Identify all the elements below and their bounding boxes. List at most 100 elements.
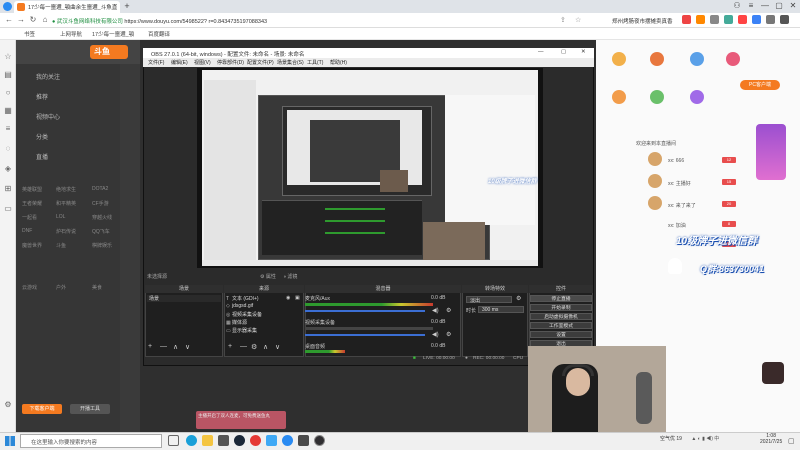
add-source-button[interactable]: + xyxy=(228,343,232,350)
obs-close-button[interactable]: ✕ xyxy=(581,49,586,55)
streaming-tool-button[interactable]: 开播工具 xyxy=(70,404,110,414)
game-icon[interactable]: ◈ xyxy=(3,164,13,174)
menu-docks[interactable]: 停靠部件(D) xyxy=(217,59,244,66)
settings-icon[interactable]: ⚙ xyxy=(3,400,13,410)
steam-icon[interactable] xyxy=(234,435,245,446)
properties-button[interactable]: ⚙ 属性 xyxy=(260,273,276,280)
share-icon[interactable]: ⇪ xyxy=(560,16,566,24)
obs-maximize-button[interactable]: ▢ xyxy=(561,49,566,55)
category-link[interactable]: 一起看 xyxy=(22,214,37,221)
extension-icon[interactable] xyxy=(738,15,747,24)
lock-icon[interactable]: ▣ xyxy=(295,295,300,301)
book-icon[interactable]: ▤ xyxy=(3,70,13,80)
gift-icon[interactable] xyxy=(650,52,664,66)
menu-tools[interactable]: 工具(T) xyxy=(307,59,323,66)
transition-gear-icon[interactable]: ⚙ xyxy=(516,295,521,302)
remove-source-button[interactable]: — xyxy=(240,343,247,350)
app-icon[interactable] xyxy=(266,435,277,446)
nav-item-live[interactable]: 直播 xyxy=(36,152,48,161)
transition-select[interactable]: 淡出 xyxy=(466,296,512,304)
stop-streaming-button[interactable]: 停止直播 xyxy=(530,295,592,302)
browser-icon[interactable] xyxy=(282,435,293,446)
pc-client-badge[interactable]: PC客户端 xyxy=(740,80,780,90)
category-link[interactable]: 美食 xyxy=(92,284,102,291)
category-link[interactable]: 王者荣耀 xyxy=(22,200,42,207)
reload-icon[interactable]: ↻ xyxy=(28,15,38,25)
douyu-logo[interactable]: 斗鱼 xyxy=(90,45,128,59)
grid-icon[interactable]: ▦ xyxy=(3,106,13,116)
obs-icon[interactable] xyxy=(314,435,325,446)
gift-icon[interactable] xyxy=(650,90,664,104)
scene-item[interactable]: 场景 xyxy=(147,295,221,302)
download-client-button[interactable]: 下载客户端 xyxy=(22,404,62,414)
volume-slider[interactable] xyxy=(305,334,425,336)
app-icon[interactable] xyxy=(298,435,309,446)
close-button[interactable]: ✕ xyxy=(788,1,798,11)
extension-icon[interactable] xyxy=(766,15,775,24)
gift-icon[interactable] xyxy=(726,52,740,66)
move-up-button[interactable]: ∧ xyxy=(263,343,268,351)
nav-item-recommend[interactable]: 推荐 xyxy=(36,92,48,101)
system-tray[interactable]: 空气优 19 ▲ ◐ ▮ ◀) 中 xyxy=(660,435,719,442)
maximize-button[interactable]: ▢ xyxy=(774,1,784,11)
menu-edit[interactable]: 编辑(E) xyxy=(171,59,188,66)
menu-scene-collection[interactable]: 场景集合(S) xyxy=(277,59,304,66)
settings-button[interactable]: 设置 xyxy=(530,331,592,338)
folder-icon[interactable] xyxy=(202,435,213,446)
speaker-icon[interactable]: ◀) xyxy=(432,307,439,314)
gift-icon[interactable] xyxy=(690,90,704,104)
bookmark-item[interactable]: 百度翻译 xyxy=(148,30,170,38)
gear-icon[interactable]: ⚙ xyxy=(446,307,451,314)
category-link[interactable]: 云游戏 xyxy=(22,284,37,291)
taskbar-search-input[interactable]: 在这里输入你要搜索的内容 xyxy=(20,434,162,448)
list-icon[interactable]: ≡ xyxy=(3,124,13,134)
category-link[interactable]: LOL xyxy=(56,214,65,220)
gift-icon[interactable] xyxy=(612,90,626,104)
category-link[interactable]: QQ飞车 xyxy=(92,228,110,235)
extension-icon[interactable] xyxy=(710,15,719,24)
menu-icon[interactable]: ≡ xyxy=(746,1,756,11)
volume-slider[interactable] xyxy=(305,310,425,312)
category-link[interactable]: 绝地求生 xyxy=(56,186,76,193)
category-link[interactable]: DNF xyxy=(22,228,32,234)
doc-icon[interactable]: ▭ xyxy=(3,204,13,214)
minimize-button[interactable]: — xyxy=(760,1,770,11)
notification-icon[interactable]: ▢ xyxy=(788,437,795,445)
avatar[interactable] xyxy=(648,174,662,188)
category-link[interactable]: 英雄联盟 xyxy=(22,186,42,193)
notification-toast[interactable]: 主播开启了双人连麦，可免费送鱼丸 xyxy=(196,411,286,429)
extension-icon[interactable] xyxy=(752,15,761,24)
start-recording-button[interactable]: 开始录制 xyxy=(530,304,592,311)
category-link[interactable]: 魔兽世界 xyxy=(22,242,42,249)
avatar[interactable] xyxy=(648,152,662,166)
gift-icon[interactable] xyxy=(690,52,704,66)
speaker-icon[interactable]: ◀) xyxy=(432,331,439,338)
category-link[interactable]: 棋牌娱乐 xyxy=(92,242,112,249)
chat-icon[interactable]: ◌ xyxy=(3,144,13,154)
duration-input[interactable]: 300 ms xyxy=(478,306,524,313)
gift-icon[interactable] xyxy=(612,52,626,66)
extension-icon[interactable] xyxy=(682,15,691,24)
category-link[interactable]: DOTA2 xyxy=(92,186,108,192)
extension-icon[interactable] xyxy=(724,15,733,24)
tab-close-icon[interactable]: × xyxy=(114,3,117,9)
move-down-button[interactable]: ∨ xyxy=(185,343,190,351)
filters-button[interactable]: ◑ 滤镜 xyxy=(283,273,297,280)
gear-icon[interactable]: ⚙ xyxy=(446,331,451,338)
category-link[interactable]: 户外 xyxy=(56,284,66,291)
start-windows-icon[interactable] xyxy=(5,436,15,446)
category-link[interactable]: 炉石传说 xyxy=(56,228,76,235)
category-link[interactable]: 和平精英 xyxy=(56,200,76,207)
menu-profile[interactable]: 配置文件(P) xyxy=(247,59,274,66)
source-item[interactable]: T 文本 (GDI+) xyxy=(226,295,302,303)
bookmark-item[interactable]: 上网导航 xyxy=(60,30,82,38)
source-item[interactable]: ▭显示器采集 xyxy=(226,327,302,335)
move-down-button[interactable]: ∨ xyxy=(275,343,280,351)
avatar[interactable] xyxy=(648,196,662,210)
category-link[interactable]: 斗鱼 xyxy=(56,242,66,249)
obs-minimize-button[interactable]: — xyxy=(538,49,544,55)
skin-icon[interactable]: ⚇ xyxy=(732,1,742,11)
menu-view[interactable]: 视图(V) xyxy=(194,59,211,66)
category-link[interactable]: CF手游 xyxy=(92,200,109,207)
visibility-eye-icon[interactable]: ◉ xyxy=(286,295,290,301)
